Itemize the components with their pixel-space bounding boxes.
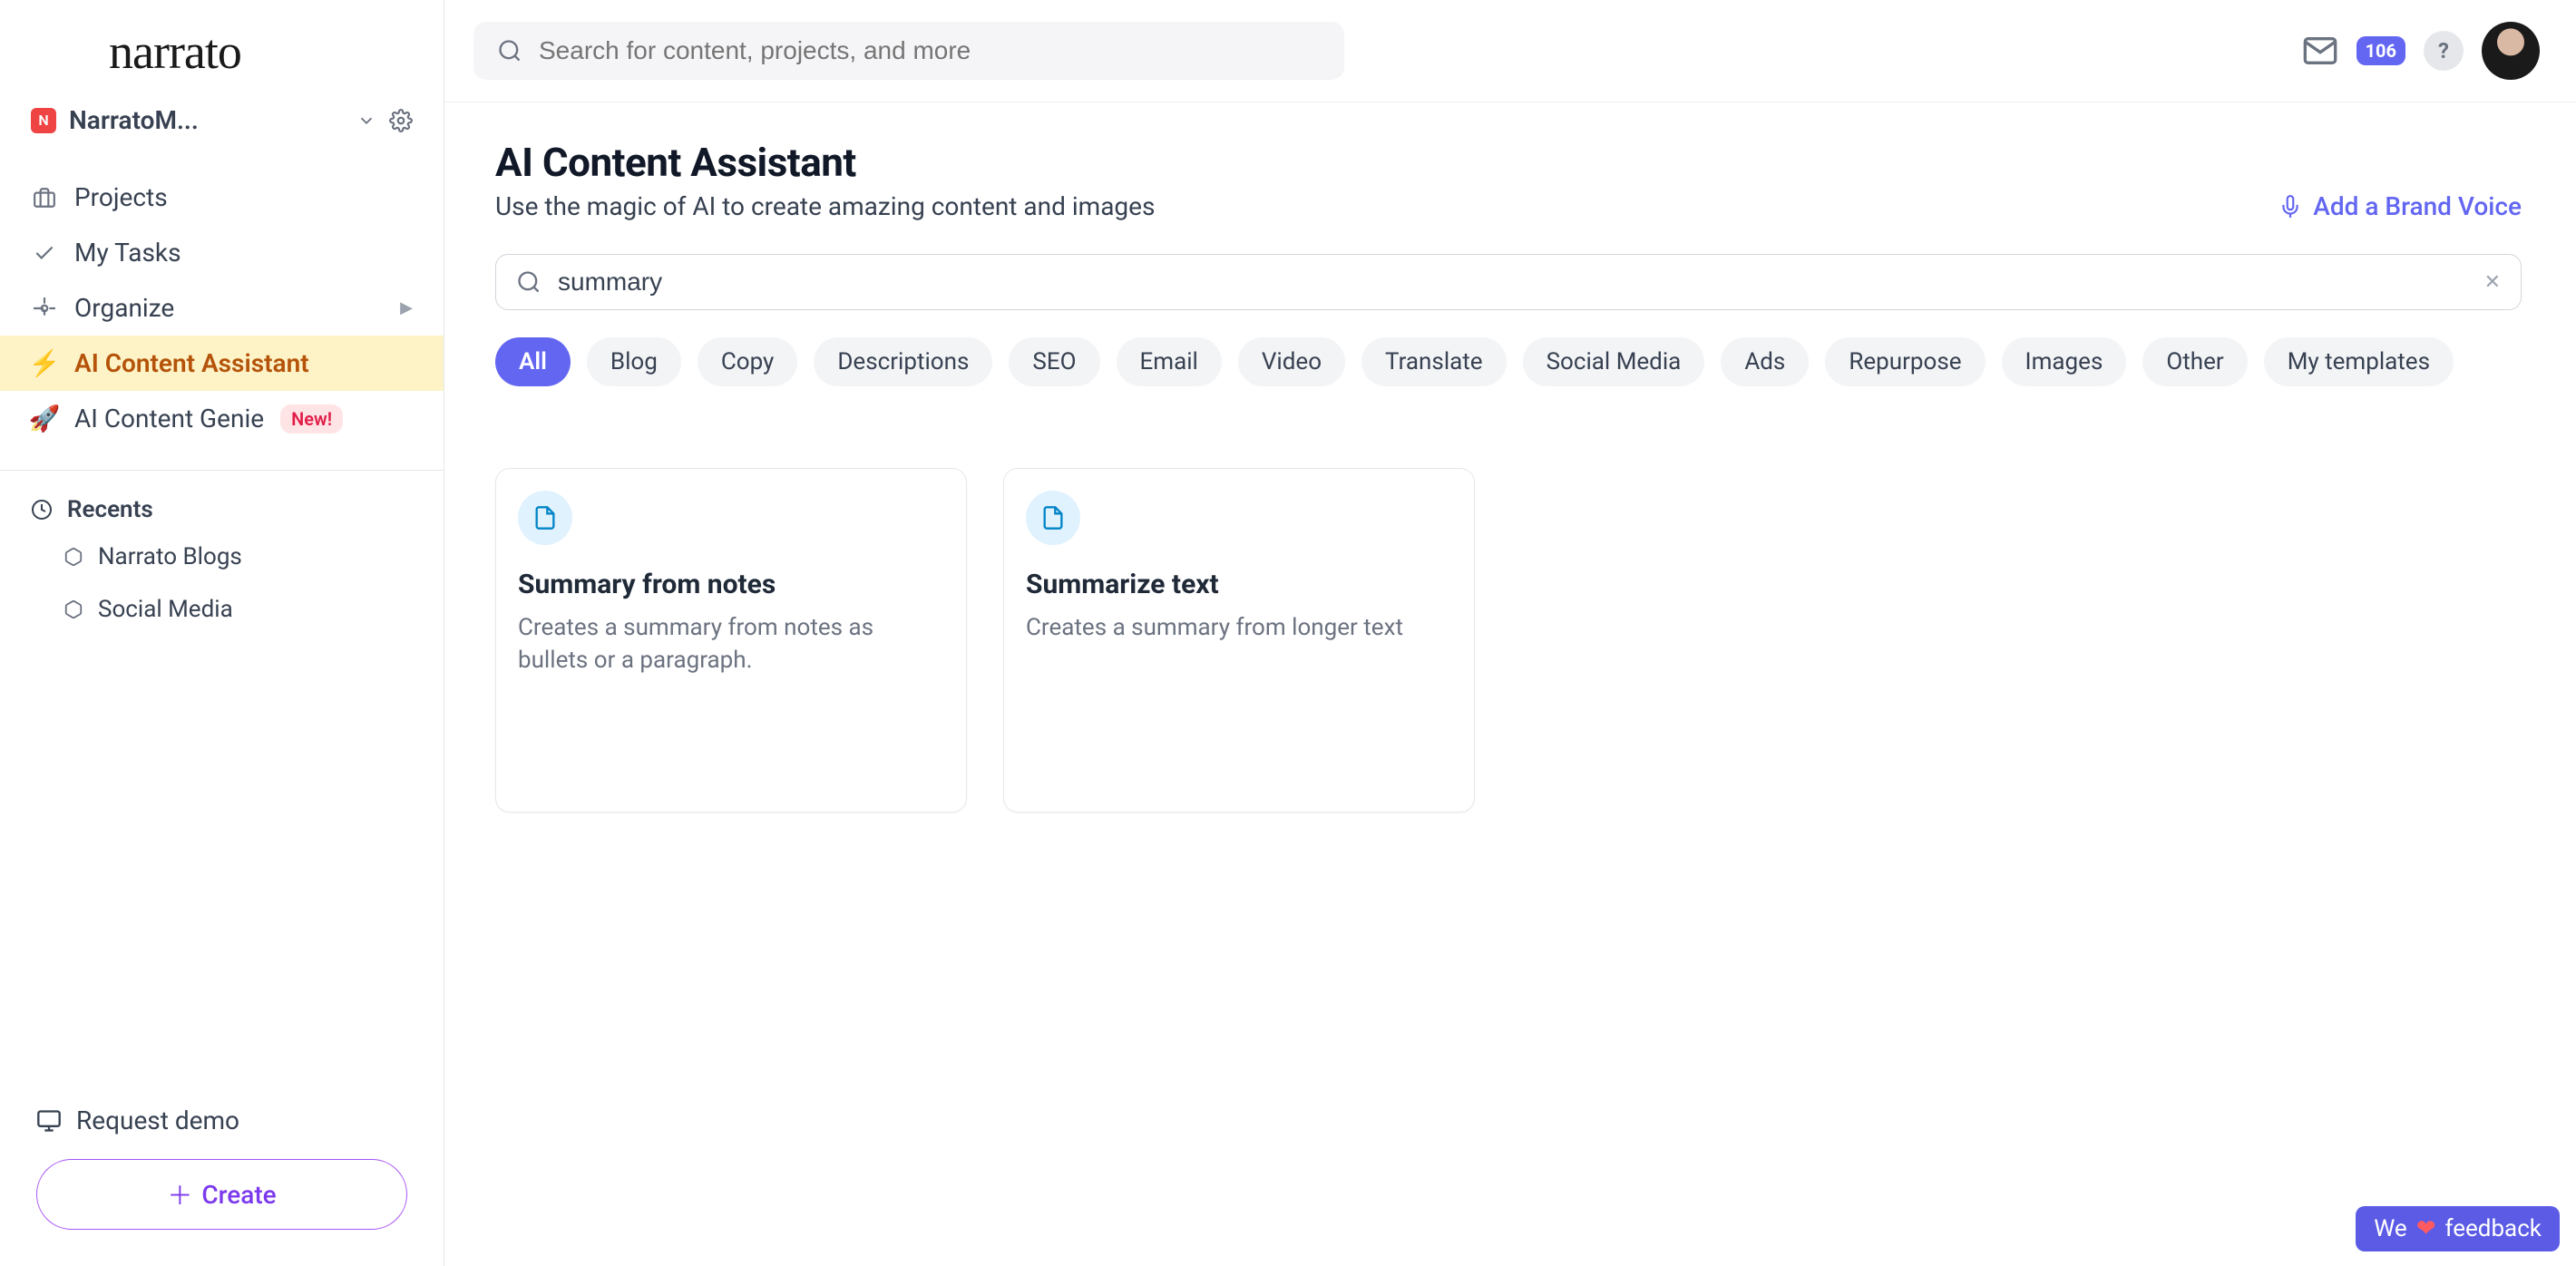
document-icon (518, 491, 572, 545)
card-description: Creates a summary from longer text (1026, 611, 1452, 644)
recents-item-label: Social Media (98, 596, 233, 623)
feedback-button[interactable]: We ❤ feedback (2356, 1206, 2560, 1251)
recents-label: Recents (67, 496, 153, 523)
feedback-post: feedback (2444, 1215, 2542, 1242)
microphone-icon (2278, 195, 2302, 219)
add-brand-voice-button[interactable]: Add a Brand Voice (2278, 191, 2522, 221)
heart-icon: ❤ (2416, 1215, 2436, 1242)
help-button[interactable]: ? (2424, 31, 2464, 71)
nav-organize[interactable]: Organize ▶ (0, 280, 444, 336)
request-demo-link[interactable]: Request demo (36, 1105, 407, 1135)
lightning-icon: ⚡ (31, 350, 58, 377)
document-icon (1026, 491, 1080, 545)
monitor-icon (36, 1108, 62, 1134)
workspace-initial-badge: N (31, 108, 56, 133)
template-card[interactable]: Summary from notes Creates a summary from… (495, 468, 967, 813)
global-search-input[interactable] (539, 36, 1321, 65)
template-search[interactable]: ✕ (495, 254, 2522, 310)
clear-search-button[interactable]: ✕ (2484, 271, 2501, 294)
briefcase-icon (31, 184, 58, 211)
rocket-icon: 🚀 (31, 405, 58, 433)
create-button[interactable]: ＋ Create (36, 1159, 407, 1230)
primary-nav: Projects My Tasks Organize ▶ ⚡ AI Conten… (0, 151, 444, 446)
nav-label: AI Content Genie (74, 404, 264, 433)
nav-mytasks[interactable]: My Tasks (0, 225, 444, 280)
main-area: 106 ? AI Content Assistant Use the magic… (444, 0, 2576, 1266)
brand-voice-label: Add a Brand Voice (2313, 191, 2522, 221)
recents-item-label: Narrato Blogs (98, 543, 242, 570)
nav-ai-content-assistant[interactable]: ⚡ AI Content Assistant (0, 336, 444, 391)
check-icon (31, 239, 58, 267)
nav-label: My Tasks (74, 238, 181, 268)
recents-header: Recents (0, 480, 444, 531)
card-description: Creates a summary from notes as bullets … (518, 611, 944, 677)
page-title: AI Content Assistant (495, 139, 1155, 186)
category-chip[interactable]: Images (2002, 337, 2127, 386)
cube-icon (63, 547, 83, 567)
nav-ai-content-genie[interactable]: 🚀 AI Content Genie New! (0, 391, 444, 446)
template-search-input[interactable] (558, 268, 2468, 297)
page-subtitle: Use the magic of AI to create amazing co… (495, 191, 1155, 221)
category-chip[interactable]: Blog (587, 337, 681, 386)
mail-icon[interactable] (2302, 33, 2338, 69)
plus-icon: ＋ (167, 1176, 192, 1212)
recents-item[interactable]: Narrato Blogs (0, 531, 444, 583)
category-chip[interactable]: My templates (2264, 337, 2454, 386)
topbar: 106 ? (444, 0, 2576, 102)
feedback-pre: We (2374, 1215, 2406, 1242)
nav-projects[interactable]: Projects (0, 170, 444, 225)
notification-count-badge[interactable]: 106 (2356, 36, 2405, 65)
gear-icon[interactable] (389, 109, 413, 132)
category-chip[interactable]: All (495, 337, 571, 386)
category-chip[interactable]: Video (1238, 337, 1345, 386)
category-chip[interactable]: Copy (698, 337, 798, 386)
category-chip[interactable]: Translate (1361, 337, 1507, 386)
cube-icon (63, 599, 83, 619)
workspace-name: NarratoM... (69, 105, 344, 135)
clock-icon (31, 499, 53, 521)
category-chip[interactable]: Descriptions (814, 337, 992, 386)
category-chip[interactable]: Repurpose (1825, 337, 1985, 386)
global-search[interactable] (473, 22, 1344, 80)
settings-icon (31, 295, 58, 322)
user-avatar[interactable] (2482, 22, 2540, 80)
category-chip[interactable]: SEO (1009, 337, 1099, 386)
new-badge: New! (280, 404, 343, 433)
nav-label: Projects (74, 182, 168, 212)
template-cards: Summary from notes Creates a summary from… (495, 468, 2522, 813)
chevron-down-icon[interactable] (356, 111, 376, 131)
category-chip[interactable]: Email (1117, 337, 1222, 386)
create-label: Create (201, 1180, 276, 1210)
caret-right-icon: ▶ (400, 298, 413, 317)
card-title: Summarize text (1026, 569, 1452, 600)
template-card[interactable]: Summarize text Creates a summary from lon… (1003, 468, 1475, 813)
category-chips: All Blog Copy Descriptions SEO Email Video Tran… (495, 337, 2522, 386)
card-title: Summary from notes (518, 569, 944, 600)
category-chip[interactable]: Other (2142, 337, 2247, 386)
divider (0, 470, 444, 471)
brand-logo: narrato (0, 0, 444, 96)
category-chip[interactable]: Social Media (1523, 337, 1705, 386)
content-area: AI Content Assistant Use the magic of AI… (444, 102, 2576, 813)
nav-label: Organize (74, 293, 174, 323)
search-icon (516, 269, 542, 295)
request-demo-label: Request demo (76, 1105, 239, 1135)
search-icon (497, 38, 522, 63)
nav-label: AI Content Assistant (74, 348, 309, 378)
workspace-switcher[interactable]: N NarratoM... (0, 96, 444, 151)
recents-item[interactable]: Social Media (0, 583, 444, 636)
category-chip[interactable]: Ads (1721, 337, 1809, 386)
sidebar: narrato N NarratoM... Projects My Tasks (0, 0, 444, 1266)
